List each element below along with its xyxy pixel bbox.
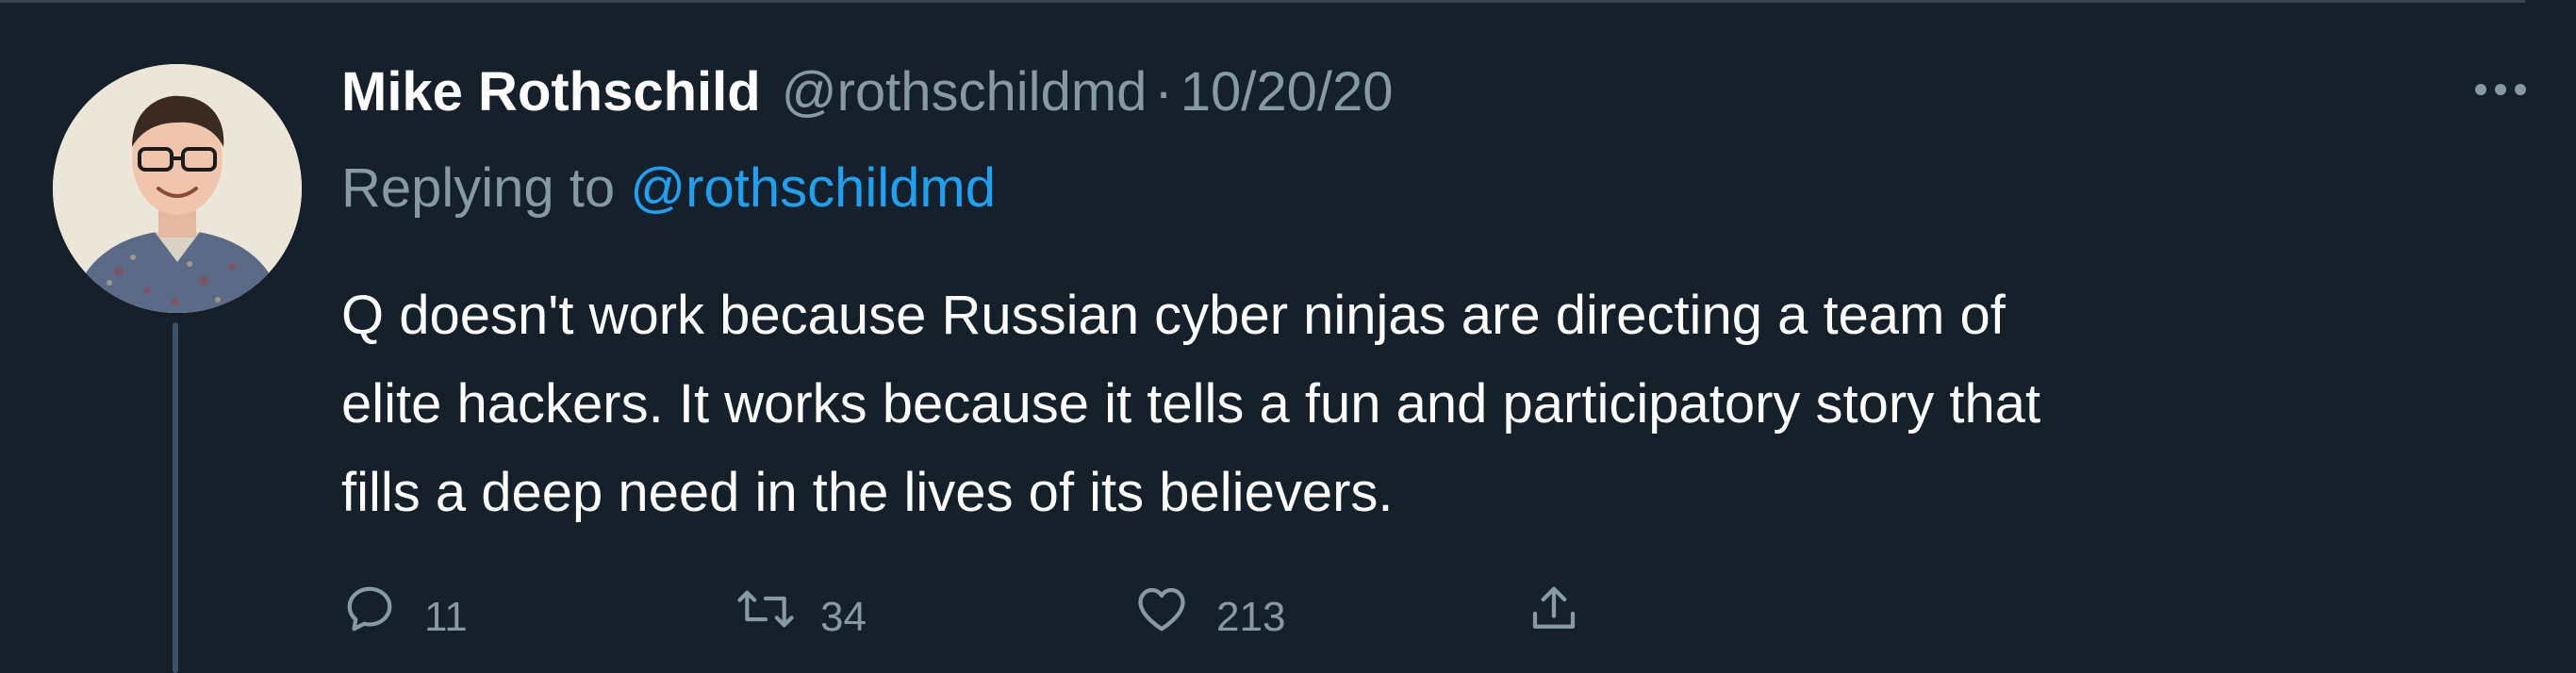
replying-to-label: Replying to (341, 157, 631, 219)
like-count: 213 (1216, 594, 1286, 640)
thread-line (173, 322, 178, 673)
heart-icon (1131, 579, 1192, 639)
avatar[interactable] (53, 64, 302, 313)
replying-to: Replying to @rothschildmd (341, 156, 996, 220)
retweet-icon (735, 579, 796, 639)
user-handle[interactable]: @rothschildmd (782, 60, 1148, 123)
reply-button[interactable]: 11 (339, 571, 468, 647)
tweet-header: Mike Rothschild @rothschildmd · 10/20/20 (341, 60, 1394, 123)
reply-icon (339, 579, 400, 639)
like-button[interactable]: 213 (1131, 571, 1285, 647)
share-icon (1524, 579, 1584, 639)
timestamp[interactable]: 10/20/20 (1181, 60, 1394, 123)
retweet-button[interactable]: 34 (735, 571, 867, 647)
replying-to-handle-link[interactable]: @rothschildmd (630, 157, 996, 219)
more-options-button[interactable] (2463, 66, 2538, 113)
share-button[interactable] (1524, 571, 1584, 647)
separator-dot: · (1154, 60, 1173, 123)
avatar-image (53, 64, 302, 313)
tweet-text: Q doesn't work because Russian cyber nin… (341, 285, 2041, 523)
display-name[interactable]: Mike Rothschild (341, 60, 761, 123)
retweet-count: 34 (820, 594, 867, 640)
reply-count: 11 (424, 594, 468, 640)
top-divider (0, 0, 2525, 3)
more-icon (2475, 84, 2526, 95)
